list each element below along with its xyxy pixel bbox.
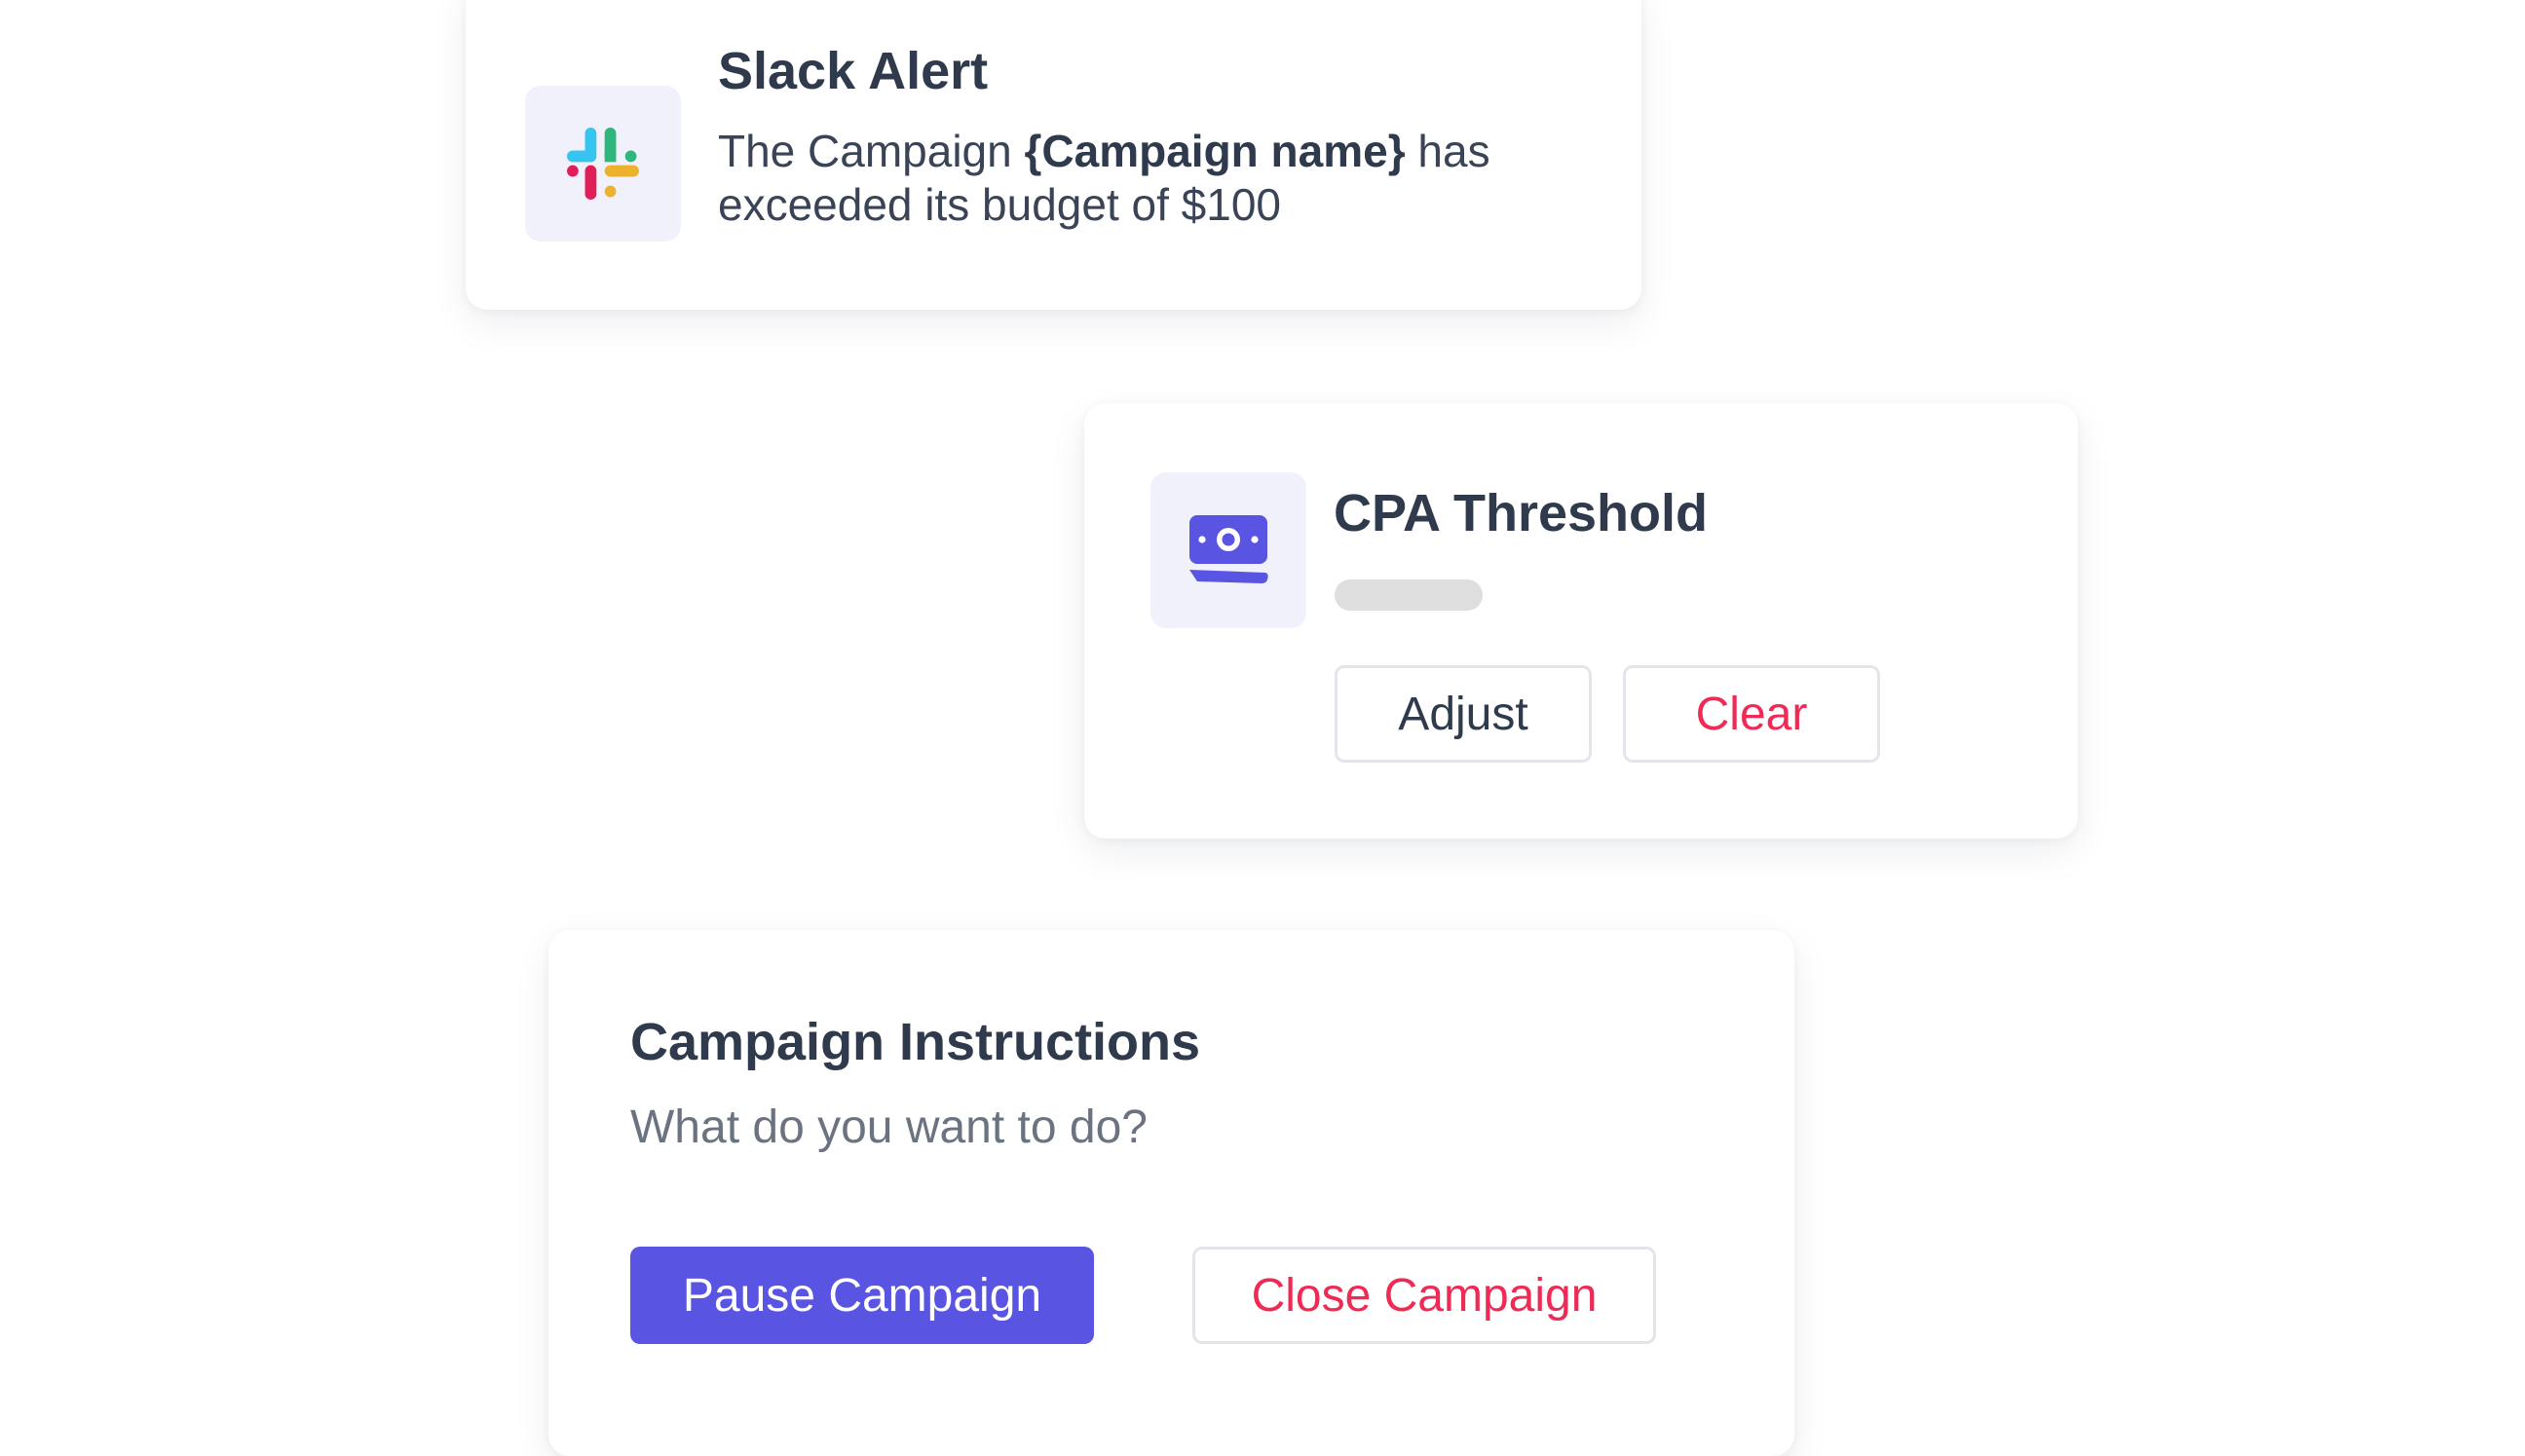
slack-alert-card: Slack Alert The Campaign {Campaign name}… xyxy=(466,0,1641,310)
slack-alert-title: Slack Alert xyxy=(718,42,989,100)
cpa-threshold-card: CPA Threshold Adjust Clear xyxy=(1084,403,2078,839)
message-prefix: The Campaign xyxy=(718,126,1025,176)
cpa-threshold-title: CPA Threshold xyxy=(1334,484,1709,542)
threshold-value-placeholder xyxy=(1335,579,1483,611)
campaign-instructions-title: Campaign Instructions xyxy=(630,1013,1201,1071)
close-campaign-button[interactable]: Close Campaign xyxy=(1192,1247,1656,1344)
slack-alert-message: The Campaign {Campaign name} has exceede… xyxy=(718,125,1556,232)
cpa-icon-tile xyxy=(1150,472,1306,628)
instructions-prompt: What do you want to do? xyxy=(630,1101,1148,1153)
pause-campaign-button[interactable]: Pause Campaign xyxy=(630,1247,1094,1344)
clear-button[interactable]: Clear xyxy=(1623,665,1880,763)
money-bill-icon xyxy=(1189,515,1268,583)
campaign-instructions-card: Campaign Instructions What do you want t… xyxy=(548,930,1794,1456)
slack-icon-tile xyxy=(525,86,681,242)
campaign-name-token: {Campaign name} xyxy=(1024,126,1406,176)
slack-logo-icon xyxy=(567,128,639,200)
adjust-button[interactable]: Adjust xyxy=(1335,665,1592,763)
